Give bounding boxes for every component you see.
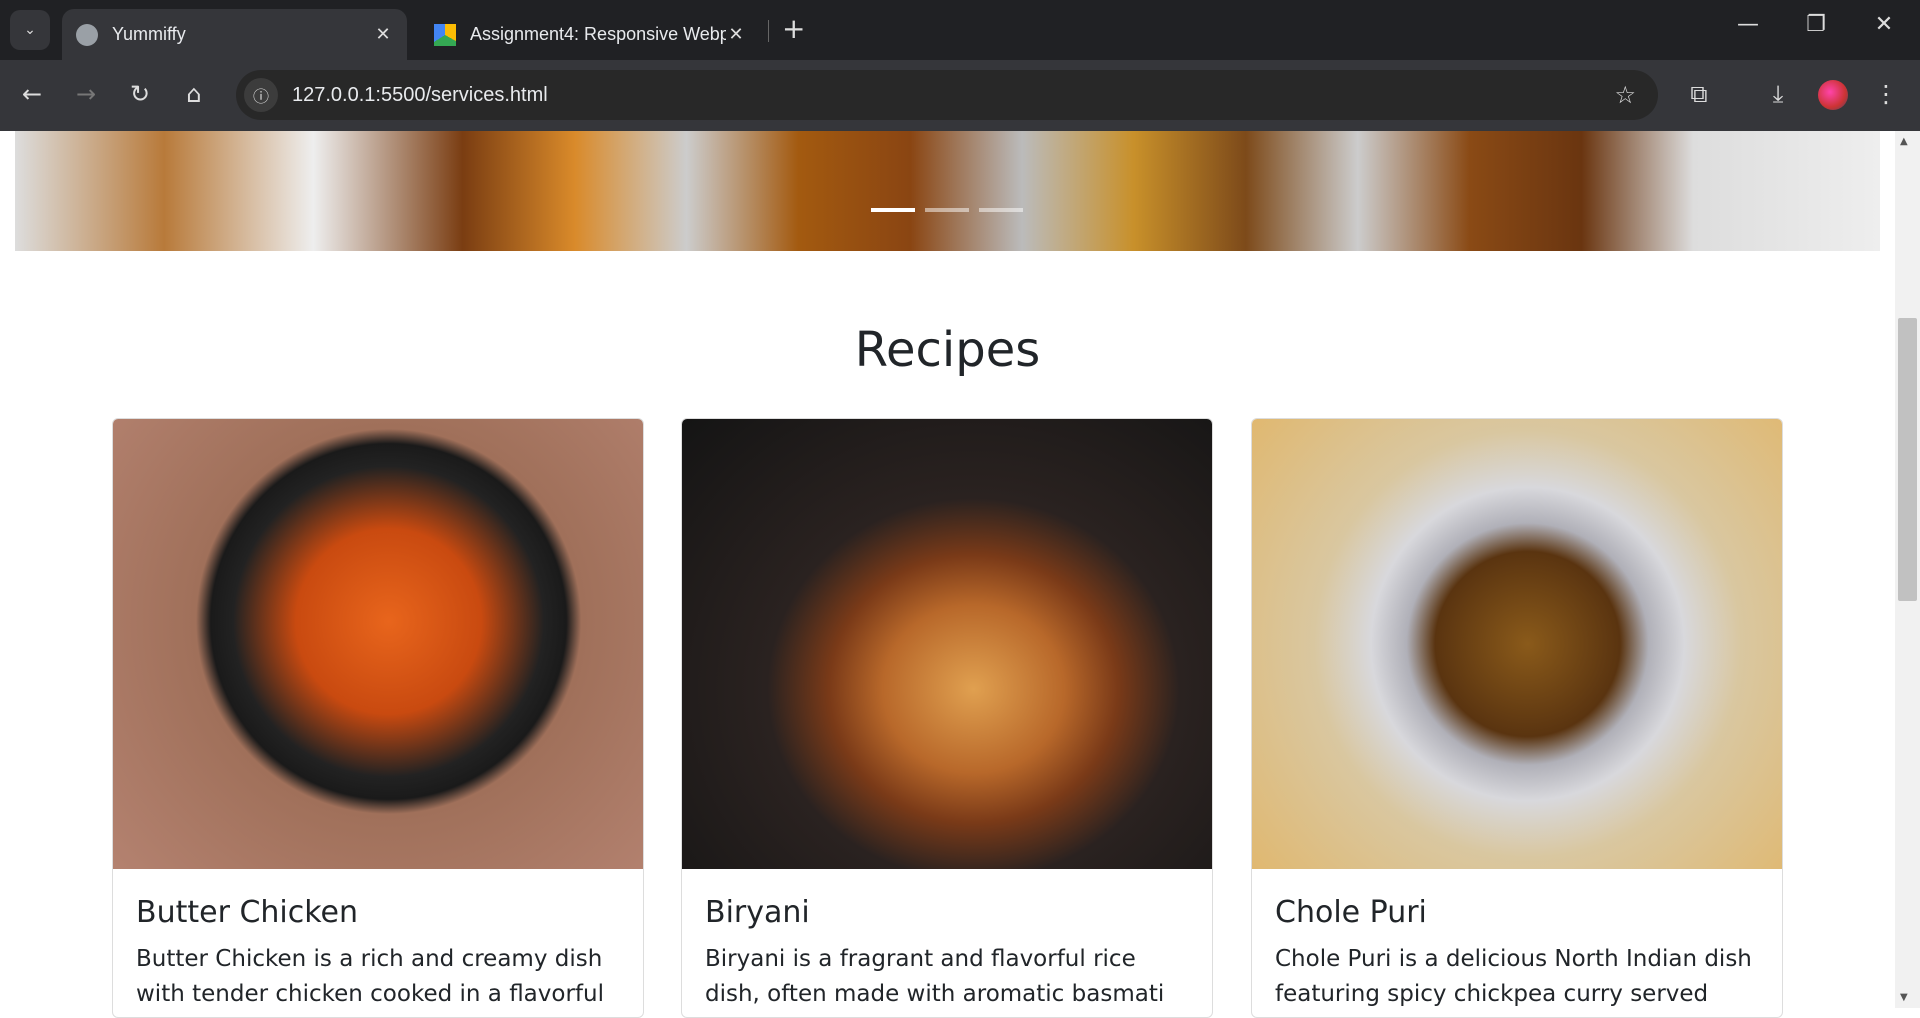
chevron-down-icon: ⌄ (24, 22, 36, 38)
back-button[interactable]: ← (14, 80, 50, 108)
home-button[interactable]: ⌂ (176, 80, 212, 108)
google-drive-icon (434, 23, 456, 46)
carousel-indicator-1[interactable] (871, 208, 915, 212)
reload-button[interactable]: ↻ (122, 80, 158, 108)
menu-icon[interactable]: ⋮ (1868, 80, 1904, 108)
tab-title: Yummiffy (112, 24, 186, 44)
profile-avatar[interactable] (1818, 80, 1848, 110)
close-tab-icon[interactable]: ✕ (373, 24, 393, 45)
chole-puri-image (1252, 419, 1782, 869)
section-title: Recipes (854, 322, 1041, 378)
minimize-button[interactable]: — (1728, 12, 1768, 37)
card-title: Butter Chicken (136, 895, 359, 930)
biryani-image (682, 419, 1212, 869)
tab-yummiffy[interactable]: Yummiffy ✕ (62, 9, 407, 60)
globe-icon (76, 23, 98, 46)
bookmark-star-icon[interactable]: ☆ (1614, 81, 1636, 109)
carousel-indicator-3[interactable] (979, 208, 1023, 212)
card-title: Biryani (705, 895, 810, 930)
scroll-down-icon[interactable]: ▼ (1900, 992, 1908, 1003)
recipe-card: Butter Chicken Butter Chicken is a rich … (112, 418, 644, 1018)
card-text: Butter Chicken is a rich and creamy dish… (136, 946, 604, 1017)
scrollbar-thumb[interactable] (1898, 318, 1917, 601)
forward-button[interactable]: → (68, 80, 104, 108)
extensions-icon[interactable]: ⧉ (1681, 80, 1717, 108)
recipe-card: Chole Puri Chole Puri is a delicious Nor… (1251, 418, 1783, 1018)
site-info-icon[interactable]: ⓘ (244, 78, 278, 112)
card-title: Chole Puri (1275, 895, 1427, 930)
tab-search-button[interactable]: ⌄ (10, 10, 50, 50)
scroll-up-icon[interactable]: ▲ (1900, 136, 1908, 147)
close-tab-icon[interactable]: ✕ (726, 24, 746, 45)
card-text: Chole Puri is a delicious North Indian d… (1275, 946, 1752, 1017)
carousel-indicator-2[interactable] (925, 208, 969, 212)
browser-toolbar: ← → ↻ ⌂ ⓘ 127.0.0.1:5500/services.html ☆… (0, 60, 1920, 131)
download-icon[interactable]: ⤓ (1760, 80, 1796, 108)
butter-chicken-image (113, 419, 643, 869)
card-text: Biryani is a fragrant and flavorful rice… (705, 946, 1165, 1017)
close-window-button[interactable]: ✕ (1864, 12, 1904, 37)
tab-divider (768, 20, 769, 42)
recipe-card: Biryani Biryani is a fragrant and flavor… (681, 418, 1213, 1018)
new-tab-button[interactable]: + (782, 12, 805, 45)
restore-button[interactable]: ❐ (1796, 12, 1836, 37)
tab-title: Assignment4: Responsive Webpage (470, 24, 726, 44)
url-text[interactable]: 127.0.0.1:5500/services.html (292, 84, 548, 107)
tab-assignment[interactable]: Assignment4: Responsive Webpage ✕ (420, 9, 760, 60)
hero-carousel (15, 131, 1880, 251)
tab-bar: ⌄ Yummiffy ✕ Assignment4: Responsive Web… (0, 0, 1920, 60)
address-bar[interactable]: ⓘ 127.0.0.1:5500/services.html ☆ (236, 70, 1658, 120)
